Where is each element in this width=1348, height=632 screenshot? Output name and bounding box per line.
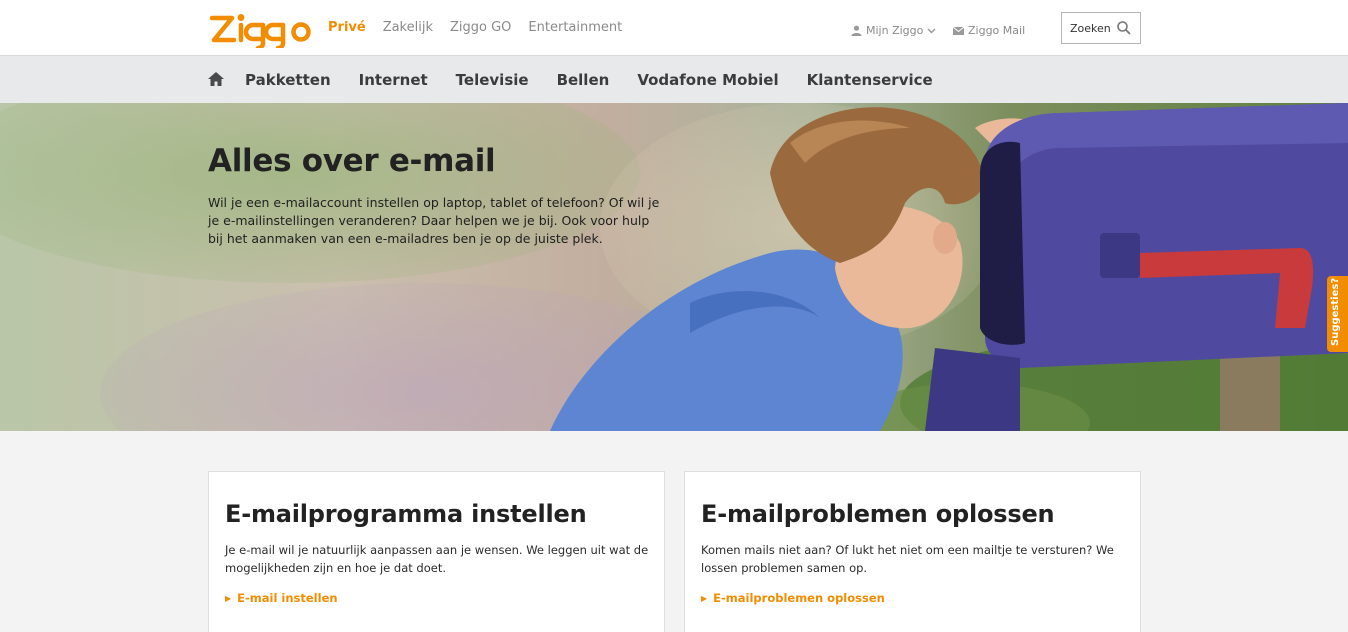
chevron-down-icon xyxy=(927,27,936,34)
nav-item-vodafone-mobiel[interactable]: Vodafone Mobiel xyxy=(637,71,778,89)
search-icon[interactable] xyxy=(1116,20,1132,36)
segment-ziggo-go[interactable]: Ziggo GO xyxy=(450,20,511,35)
suggesties-label: Suggesties? xyxy=(1330,277,1341,346)
mijn-ziggo-menu[interactable]: Mijn Ziggo xyxy=(851,24,936,37)
hero-banner: Alles over e-mail Wil je een e-mailaccou… xyxy=(0,103,1348,431)
ziggo-mail-link[interactable]: Ziggo Mail xyxy=(953,24,1025,37)
envelope-icon xyxy=(953,26,964,35)
card-email-instellen: E-mailprogramma instellen Je e-mail wil … xyxy=(208,471,665,632)
segment-entertainment[interactable]: Entertainment xyxy=(528,20,622,35)
search-placeholder: Zoeken xyxy=(1070,21,1111,35)
suggesties-tab[interactable]: Suggesties? xyxy=(1327,276,1348,352)
hero-title: Alles over e-mail xyxy=(208,143,496,179)
card-title: E-mailproblemen oplossen xyxy=(701,500,1055,528)
card-emailproblemen-oplossen: E-mailproblemen oplossen Komen mails nie… xyxy=(684,471,1141,632)
arrow-right-icon: ▶ xyxy=(701,593,708,603)
mijn-ziggo-label: Mijn Ziggo xyxy=(866,24,924,37)
card-text: Je e-mail wil je natuurlijk aanpassen aa… xyxy=(225,543,649,575)
segment-zakelijk[interactable]: Zakelijk xyxy=(383,20,433,35)
card-title: E-mailprogramma instellen xyxy=(225,500,587,528)
top-bar: Privé Zakelijk Ziggo GO Entertainment Mi… xyxy=(0,0,1348,55)
hero-text: Wil je een e-mailaccount instellen op la… xyxy=(208,195,660,246)
search-input[interactable]: Zoeken xyxy=(1061,12,1141,44)
home-icon[interactable] xyxy=(207,70,225,88)
ziggo-logo[interactable] xyxy=(208,10,313,48)
nav-item-televisie[interactable]: Televisie xyxy=(456,71,529,89)
emailproblemen-oplossen-link[interactable]: ▶ E-mailproblemen oplossen xyxy=(701,591,885,605)
hero-photo-boy-mailbox xyxy=(550,103,1348,431)
nav-item-bellen[interactable]: Bellen xyxy=(557,71,610,89)
ziggo-mail-label: Ziggo Mail xyxy=(968,24,1026,37)
link-label: E-mailproblemen oplossen xyxy=(713,591,885,605)
email-instellen-link[interactable]: ▶ E-mail instellen xyxy=(225,591,338,605)
nav-item-pakketten[interactable]: Pakketten xyxy=(245,71,331,89)
segment-nav: Privé Zakelijk Ziggo GO Entertainment xyxy=(328,20,639,35)
card-text: Komen mails niet aan? Of lukt het niet o… xyxy=(701,543,1114,575)
segment-prive[interactable]: Privé xyxy=(328,20,366,35)
link-label: E-mail instellen xyxy=(237,591,338,605)
arrow-right-icon: ▶ xyxy=(225,593,232,603)
nav-item-internet[interactable]: Internet xyxy=(359,71,428,89)
nav-item-klantenservice[interactable]: Klantenservice xyxy=(807,71,933,89)
main-nav: Pakketten Internet Televisie Bellen Voda… xyxy=(0,55,1348,103)
user-icon xyxy=(851,25,862,36)
